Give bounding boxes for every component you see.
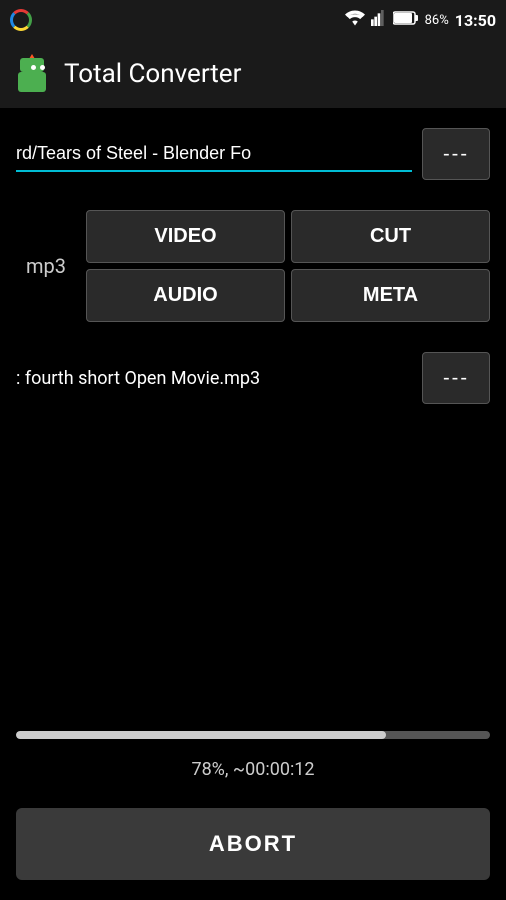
cut-button[interactable]: CUT xyxy=(291,210,490,263)
file-input[interactable] xyxy=(16,137,412,172)
time-display: 13:50 xyxy=(455,11,496,30)
output-browse-button[interactable]: --- xyxy=(422,352,490,404)
app-status-icon xyxy=(10,9,32,31)
abort-button-container: ABORT xyxy=(16,808,490,880)
video-button[interactable]: VIDEO xyxy=(86,210,285,263)
action-buttons-grid: VIDEO CUT AUDIO META xyxy=(86,210,490,322)
progress-text: 78%, ~00:00:12 xyxy=(16,759,490,780)
format-label: mp3 xyxy=(16,254,76,278)
middle-section: mp3 VIDEO CUT AUDIO META xyxy=(16,210,490,322)
main-content: --- mp3 VIDEO CUT AUDIO META : fourth sh… xyxy=(0,108,506,404)
status-left xyxy=(10,9,32,31)
progress-bar-fill xyxy=(16,731,386,739)
app-icon xyxy=(12,54,52,94)
input-file-row: --- xyxy=(16,128,490,180)
abort-button[interactable]: ABORT xyxy=(16,808,490,880)
output-file-text: : fourth short Open Movie.mp3 xyxy=(16,368,412,389)
battery-percentage: 86% xyxy=(425,13,449,28)
audio-button[interactable]: AUDIO xyxy=(86,269,285,322)
status-right: 86% 13:50 xyxy=(345,10,496,30)
status-bar: 86% 13:50 xyxy=(0,0,506,40)
app-title: Total Converter xyxy=(64,59,241,89)
meta-button[interactable]: META xyxy=(291,269,490,322)
progress-bar-container xyxy=(16,731,490,739)
wifi-icon xyxy=(345,10,365,30)
progress-area: 78%, ~00:00:12 xyxy=(0,731,506,780)
input-browse-button[interactable]: --- xyxy=(422,128,490,180)
output-file-row: : fourth short Open Movie.mp3 --- xyxy=(16,352,490,404)
signal-icon xyxy=(371,10,387,30)
battery-icon xyxy=(393,11,419,29)
app-bar: Total Converter xyxy=(0,40,506,108)
